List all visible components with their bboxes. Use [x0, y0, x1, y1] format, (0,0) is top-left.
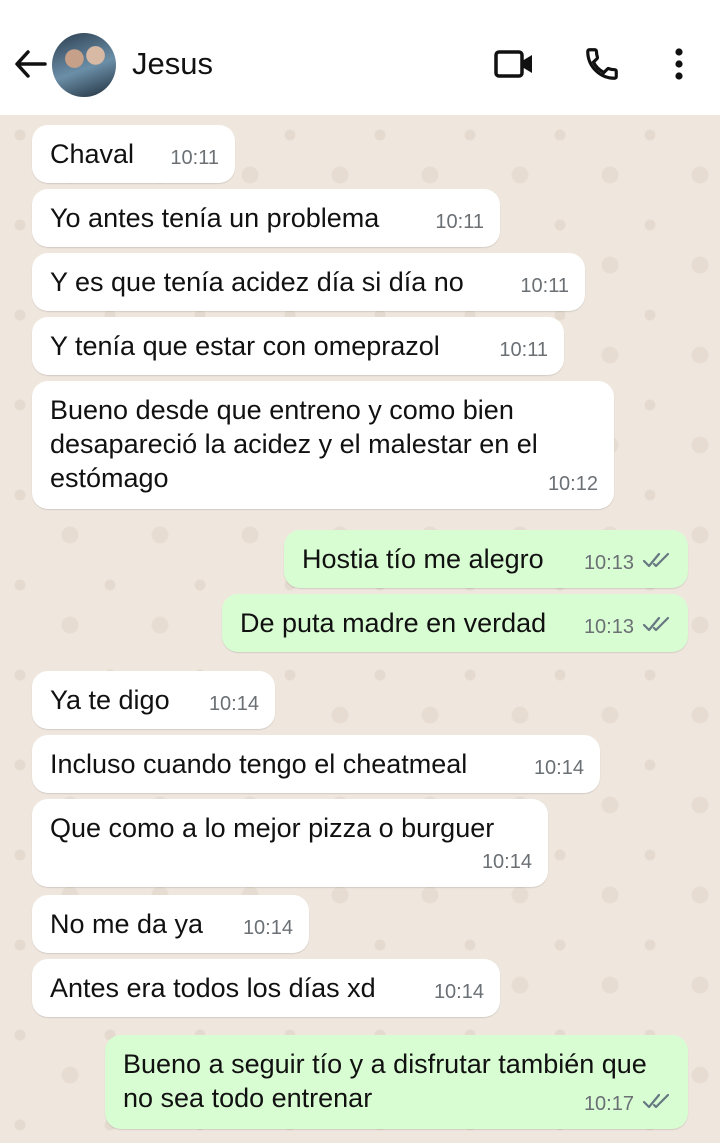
message-text: Incluso cuando tengo el cheatmeal [50, 749, 468, 779]
message-time: 10:14 [533, 757, 584, 779]
double-check-read-icon [642, 546, 672, 580]
message-time: 10:11 [499, 339, 548, 361]
message-bubble-incoming[interactable]: Chaval 10:11 [32, 125, 235, 183]
message-bubble-incoming[interactable]: Que como a lo mejor pizza o burguer 10:1… [32, 799, 548, 887]
avatar[interactable] [52, 33, 116, 97]
message-text: Bueno a seguir tío y a disfrutar también… [123, 1049, 647, 1113]
double-check-read-icon [642, 610, 672, 644]
message-list[interactable]: Chaval 10:11 Yo antes tenía un problema … [0, 115, 720, 1143]
message-time: 10:14 [208, 693, 259, 715]
message-time: 10:13 [583, 552, 634, 574]
message-time: 10:17 [583, 1093, 634, 1115]
message-time: 10:11 [435, 211, 484, 233]
more-vertical-icon[interactable] [657, 42, 701, 86]
message-bubble-incoming[interactable]: Antes era todos los días xd 10:14 [32, 959, 500, 1017]
message-time: 10:14 [433, 981, 484, 1003]
phone-icon[interactable] [580, 42, 624, 86]
message-text: Bueno desde que entreno y como bien desa… [50, 395, 538, 493]
message-time: 10:11 [520, 275, 569, 297]
message-text: Que como a lo mejor pizza o burguer [50, 813, 495, 843]
message-bubble-incoming[interactable]: Incluso cuando tengo el cheatmeal 10:14 [32, 735, 600, 793]
message-time: 10:11 [170, 147, 219, 169]
message-bubble-incoming[interactable]: Yo antes tenía un problema 10:11 [32, 189, 500, 247]
message-bubble-outgoing[interactable]: De puta madre en verdad 10:13 [222, 594, 688, 652]
message-bubble-outgoing[interactable]: Bueno a seguir tío y a disfrutar también… [105, 1035, 688, 1129]
message-bubble-incoming[interactable]: Y es que tenía acidez día si día no 10:1… [32, 253, 585, 311]
message-bubble-incoming[interactable]: No me da ya 10:14 [32, 895, 309, 953]
message-time: 10:13 [583, 616, 634, 638]
message-text: Y tenía que estar con omeprazol [50, 331, 440, 361]
chat-header: Jesus [0, 0, 720, 115]
video-call-icon[interactable] [492, 42, 536, 86]
contact-name[interactable]: Jesus [132, 46, 213, 82]
back-arrow-icon[interactable] [12, 44, 48, 84]
message-bubble-outgoing[interactable]: Hostia tío me alegro 10:13 [284, 530, 688, 588]
message-time: 10:12 [547, 473, 598, 495]
message-time: 10:14 [242, 917, 293, 939]
message-text: Y es que tenía acidez día si día no [50, 267, 464, 297]
message-text: Antes era todos los días xd [50, 973, 376, 1003]
double-check-read-icon [642, 1087, 672, 1121]
message-bubble-incoming[interactable]: Y tenía que estar con omeprazol 10:11 [32, 317, 564, 375]
message-time: 10:14 [481, 851, 532, 873]
message-bubble-incoming[interactable]: Bueno desde que entreno y como bien desa… [32, 381, 614, 509]
message-text: Yo antes tenía un problema [50, 203, 380, 233]
message-bubble-incoming[interactable]: Ya te digo 10:14 [32, 671, 275, 729]
